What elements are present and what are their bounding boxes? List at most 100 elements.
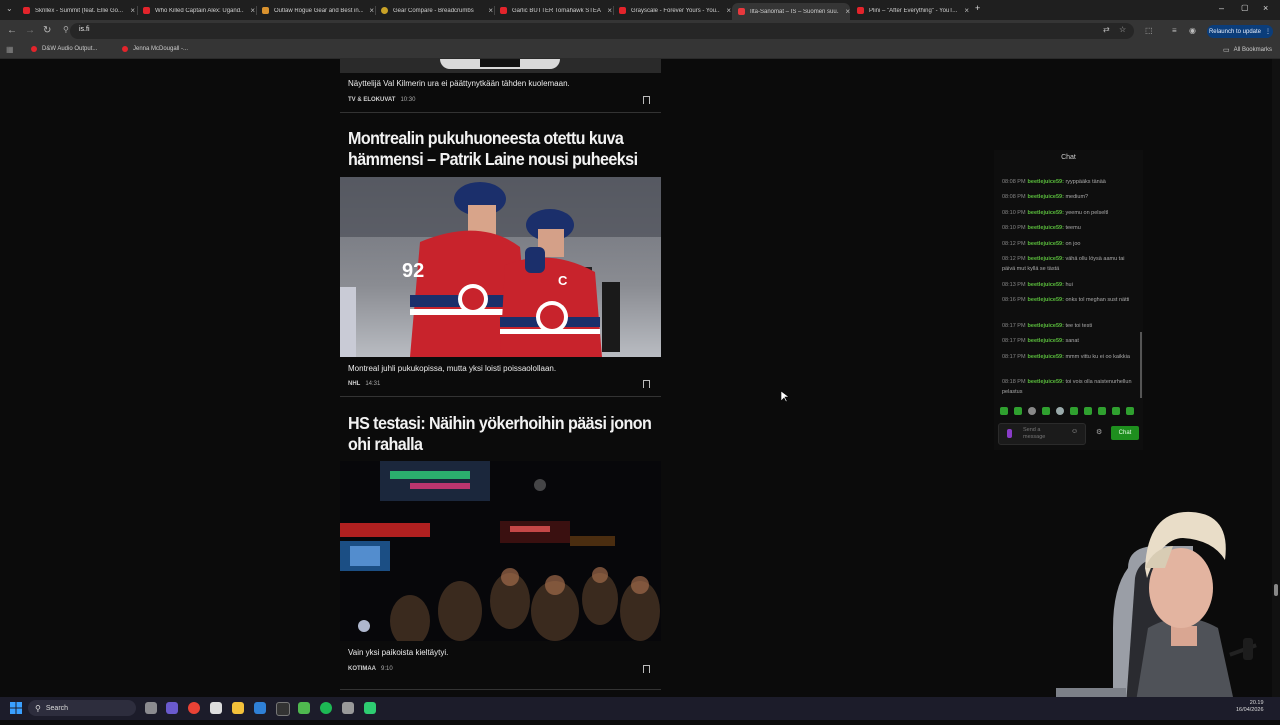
chat-message-input[interactable]: Send a message ☺ [998, 423, 1086, 445]
article-meta: NHL 14:31 [348, 381, 380, 387]
tab-5[interactable]: Grayscale - Forever Yours - You... × [613, 3, 731, 18]
chrome-icon[interactable] [188, 702, 200, 714]
message-user[interactable]: beetlejuice59: [1028, 194, 1064, 200]
emote-icon[interactable] [1098, 407, 1106, 415]
message-user[interactable]: beetlejuice59: [1028, 354, 1064, 360]
apps-grid-icon[interactable]: ▦ [6, 45, 14, 54]
scrollbar-thumb[interactable] [1274, 584, 1278, 596]
back-icon[interactable]: ← [7, 25, 17, 37]
task-view-icon[interactable] [145, 702, 157, 714]
article-image-nightclub[interactable] [340, 461, 661, 641]
emote-icon[interactable] [1112, 407, 1120, 415]
app-icon[interactable] [364, 702, 376, 714]
tab-2[interactable]: Outlaw Rogue Gear and Best in... × [256, 3, 374, 18]
article-category[interactable]: NHL [348, 381, 360, 387]
close-tab-icon[interactable]: × [726, 6, 731, 15]
file-explorer-icon[interactable] [232, 702, 244, 714]
message-user[interactable]: beetlejuice59: [1028, 210, 1064, 216]
message-user[interactable]: beetlejuice59: [1028, 323, 1064, 329]
message-user[interactable]: beetlejuice59: [1028, 297, 1064, 303]
forward-icon[interactable]: → [25, 25, 35, 37]
message-user[interactable]: beetlejuice59: [1028, 256, 1064, 262]
chat-settings-icon[interactable]: ⚙ [1096, 428, 1102, 436]
emote-icon[interactable] [1028, 407, 1036, 415]
chat-send-button[interactable]: Chat [1111, 426, 1139, 440]
page-scrollbar[interactable] [1272, 59, 1280, 697]
emote-icon[interactable] [1126, 407, 1134, 415]
close-window-icon[interactable]: × [1263, 3, 1268, 13]
close-tab-icon[interactable]: × [607, 6, 612, 15]
new-tab-icon[interactable]: + [975, 3, 980, 13]
article-lead[interactable]: Näyttelijä Val Kilmerin ura ei päättynyt… [348, 79, 570, 88]
bookmark-article-icon[interactable] [643, 96, 650, 104]
chrome-active-icon[interactable] [276, 702, 290, 716]
message-user[interactable]: beetlejuice59: [1028, 241, 1064, 247]
close-tab-icon[interactable]: × [250, 6, 255, 15]
spotify-icon[interactable] [320, 702, 332, 714]
article-category[interactable]: TV & ELOKUVAT [348, 97, 395, 103]
close-tab-icon[interactable]: × [964, 6, 969, 15]
message-user[interactable]: beetlejuice59: [1028, 282, 1064, 288]
mail-icon[interactable] [254, 702, 266, 714]
chat-message: 08:17 PM beetlejuice59: tee toi testi [1002, 321, 1136, 331]
article-title[interactable]: Montrealin pukuhuoneesta otettu kuva häm… [348, 128, 665, 170]
translate-icon[interactable]: ⇄ [1103, 25, 1110, 34]
site-info-icon[interactable]: ⚲ [63, 25, 69, 34]
minimize-icon[interactable]: – [1219, 3, 1224, 13]
taskbar-clock[interactable]: 20.19 16/04/2026 [1236, 700, 1264, 714]
emote-icon[interactable] [1000, 407, 1008, 415]
article-image[interactable] [340, 59, 661, 73]
tab-4[interactable]: Garlic BUTTER Tomahawk STEA... × [494, 3, 612, 18]
more-menu-icon[interactable]: ⋮ [1265, 28, 1271, 35]
tab-3[interactable]: Gear Compare - Breadcrumbs × [375, 3, 493, 18]
tab-0[interactable]: Skrillex - Summit (feat. Ellie Go... × [17, 3, 135, 18]
article-category[interactable]: KOTIMAA [348, 666, 376, 672]
youtube-favicon-icon [31, 46, 37, 52]
bookmark-article-icon[interactable] [643, 665, 650, 673]
close-tab-icon[interactable]: × [130, 6, 135, 15]
profile-icon[interactable]: ◉ [1189, 25, 1196, 37]
relaunch-button[interactable]: Relaunch to update ⋮ [1207, 25, 1273, 38]
message-user[interactable]: beetlejuice59: [1028, 379, 1064, 385]
emote-icon[interactable] [1070, 407, 1078, 415]
emote-icon[interactable] [1042, 407, 1050, 415]
youtube-favicon-icon [23, 7, 30, 14]
bookmark-star-icon[interactable]: ☆ [1119, 25, 1126, 34]
address-bar[interactable]: ⚲ is.fi ⇄ ☆ [63, 23, 1134, 39]
article-title[interactable]: HS testasi: Näihin yökerhoihin pääsi jon… [348, 413, 665, 455]
tab-1[interactable]: Who Killed Captain Alex: Ugand... × [137, 3, 255, 18]
bookmark-article-icon[interactable] [643, 380, 650, 388]
calculator-icon[interactable] [342, 702, 354, 714]
bits-icon[interactable] [1007, 429, 1012, 438]
message-user[interactable]: beetlejuice59: [1028, 338, 1064, 344]
tab-7[interactable]: Plini – "After Everything" - YouT... × [851, 3, 969, 18]
tab-6-active[interactable]: Ilta-Sanomat – IS – Suomen suu... × [732, 3, 850, 20]
tab-search-icon[interactable]: ⌄ [6, 3, 13, 15]
message-user[interactable]: beetlejuice59: [1028, 225, 1064, 231]
emote-icon[interactable] [1084, 407, 1092, 415]
teams-icon[interactable] [166, 702, 178, 714]
bookmark-item[interactable]: Jenna McDougall -... [122, 46, 188, 52]
article-lead[interactable]: Montreal juhli pukukopissa, mutta yksi l… [348, 364, 556, 373]
extensions-icon[interactable]: ⬚ [1145, 25, 1153, 37]
media-player-icon[interactable] [298, 702, 310, 714]
close-tab-icon[interactable]: × [369, 6, 374, 15]
store-icon[interactable] [210, 702, 222, 714]
close-tab-icon[interactable]: × [488, 6, 493, 15]
bookmark-item[interactable]: D&W Audio Output... [31, 46, 97, 52]
article-lead[interactable]: Vain yksi paikoista kieltäytyi. [348, 648, 448, 657]
message-user[interactable]: beetlejuice59: [1028, 179, 1064, 185]
article-image-hockey[interactable]: 92 C [340, 177, 661, 357]
chat-scrollbar[interactable] [1140, 332, 1142, 398]
close-tab-icon[interactable]: × [845, 7, 850, 16]
emote-icon[interactable] [1056, 407, 1064, 415]
all-bookmarks[interactable]: ▭ All Bookmarks [1223, 46, 1272, 54]
emote-picker-icon[interactable]: ☺ [1071, 428, 1078, 435]
emote-icon[interactable] [1014, 407, 1022, 415]
reload-icon[interactable]: ↻ [43, 25, 51, 37]
maximize-icon[interactable]: ▢ [1241, 3, 1249, 12]
taskbar-search[interactable]: ⚲ Search [28, 700, 136, 716]
all-bookmarks-label: All Bookmarks [1233, 47, 1272, 53]
windows-start-icon[interactable] [10, 702, 22, 714]
media-icon[interactable]: ≡ [1172, 25, 1177, 37]
